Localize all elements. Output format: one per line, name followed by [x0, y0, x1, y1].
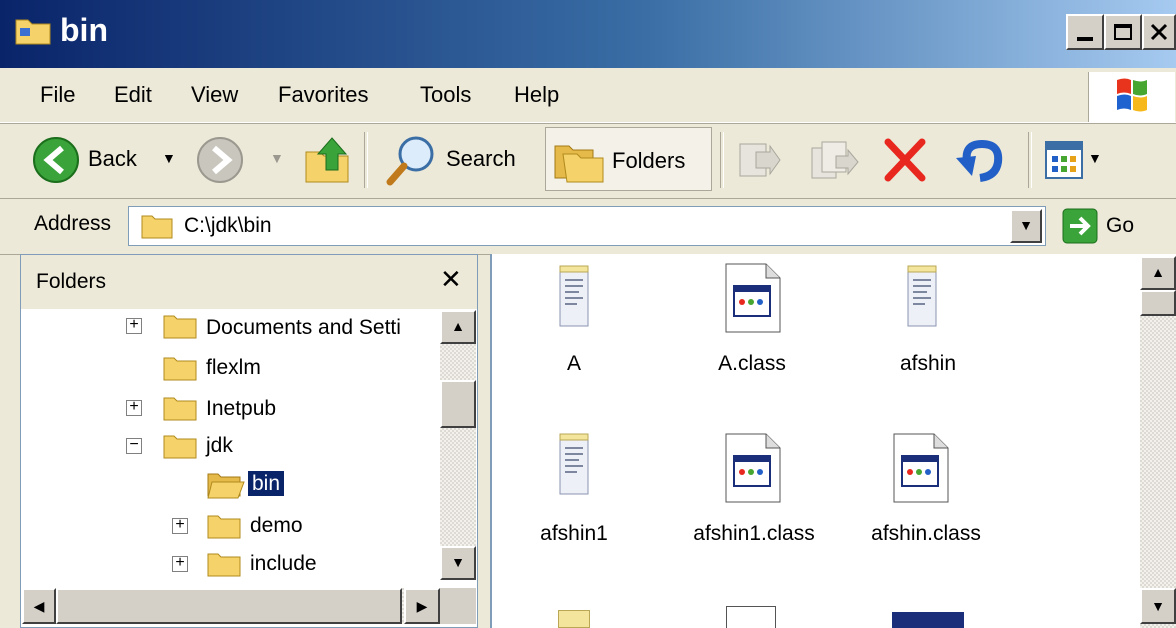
application-icon	[892, 612, 964, 628]
tree-item-flexlm[interactable]: flexlm	[206, 356, 261, 380]
tree-item-bin[interactable]: bin	[248, 471, 285, 496]
expand-inetpub-icon[interactable]: +	[126, 399, 142, 416]
folders-pane-close-icon[interactable]: ✕	[440, 264, 462, 295]
menu-view[interactable]: View	[191, 82, 238, 108]
address-label: Address	[34, 212, 112, 235]
folder-icon	[207, 515, 241, 539]
title-bar[interactable]	[0, 0, 1176, 68]
maximize-button[interactable]	[1104, 14, 1142, 50]
scrollbar-corner	[440, 588, 476, 624]
expand-documents-icon[interactable]: +	[126, 317, 142, 334]
address-value: C:\jdk\bin	[184, 214, 272, 237]
search-label: Search	[446, 146, 516, 171]
menu-bar	[0, 68, 1176, 123]
scroll-left-button[interactable]: ◀	[22, 588, 56, 624]
scroll-down-button[interactable]: ▼	[1140, 588, 1176, 624]
horizontal-scroll-thumb[interactable]	[56, 588, 402, 624]
toolbar-separator	[1028, 132, 1032, 188]
text-file-icon	[558, 610, 590, 628]
tree-vertical-scrollbar[interactable]	[440, 310, 476, 580]
arrow-left-icon: ◀	[33, 598, 45, 614]
toolbar-separator	[720, 132, 724, 188]
folder-icon	[163, 435, 197, 459]
file-label[interactable]: A.class	[662, 352, 842, 376]
scroll-right-button[interactable]: ▶	[404, 588, 440, 624]
folder-icon	[141, 215, 173, 239]
folder-icon	[163, 357, 197, 381]
expand-include-icon[interactable]: +	[172, 555, 188, 572]
folder-icon	[207, 553, 241, 577]
open-folder-icon	[207, 473, 245, 499]
chevron-down-icon: ▼	[1019, 217, 1033, 233]
folder-icon	[163, 397, 197, 421]
go-arrow-icon	[1062, 208, 1098, 244]
folders-pane	[20, 254, 478, 628]
class-file-icon	[725, 433, 781, 503]
undo-icon[interactable]	[954, 136, 1006, 184]
text-file-icon	[559, 265, 589, 327]
file-label[interactable]: afshin1	[484, 522, 664, 546]
toolbar-separator	[364, 132, 368, 188]
tree-item-include[interactable]: include	[250, 552, 317, 576]
scroll-up-button[interactable]: ▲	[1140, 256, 1176, 290]
arrow-up-icon: ▲	[1151, 264, 1165, 280]
tree-item-jdk[interactable]: jdk	[206, 434, 233, 458]
scroll-down-button[interactable]: ▼	[440, 546, 476, 580]
minimize-button[interactable]	[1066, 14, 1104, 50]
scroll-up-button[interactable]: ▲	[440, 310, 476, 344]
search-icon	[386, 136, 434, 186]
maximize-icon	[1114, 24, 1132, 40]
arrow-down-icon: ▼	[451, 554, 465, 570]
menu-tools[interactable]: Tools	[420, 82, 471, 108]
back-arrow-icon	[33, 137, 79, 183]
back-dropdown-icon[interactable]: ▼	[162, 150, 176, 166]
close-icon	[1150, 23, 1168, 41]
forward-arrow-icon[interactable]	[196, 136, 244, 184]
folder-icon	[15, 19, 51, 45]
folders-label: Folders	[612, 148, 686, 173]
tree-item-demo[interactable]: demo	[250, 514, 303, 538]
views-icon[interactable]	[1044, 140, 1084, 180]
minimize-icon	[1077, 37, 1093, 41]
file-label[interactable]: afshin.class	[836, 522, 1016, 546]
text-file-icon	[559, 433, 589, 495]
class-file-icon	[726, 606, 776, 628]
menu-file[interactable]: File	[40, 82, 75, 108]
class-file-icon	[725, 263, 781, 333]
collapse-jdk-icon[interactable]: −	[126, 437, 142, 454]
arrow-down-icon: ▼	[1151, 598, 1165, 614]
folder-icon	[163, 315, 197, 339]
views-dropdown-icon[interactable]: ▼	[1088, 150, 1102, 166]
arrow-up-icon: ▲	[451, 318, 465, 334]
scroll-thumb[interactable]	[440, 380, 476, 428]
forward-dropdown-icon[interactable]: ▼	[270, 150, 284, 166]
file-label[interactable]: afshin1.class	[664, 522, 844, 546]
up-folder-icon[interactable]	[302, 134, 352, 186]
move-to-icon[interactable]	[734, 136, 782, 184]
copy-to-icon[interactable]	[808, 136, 860, 184]
text-file-icon	[907, 265, 937, 327]
arrow-right-icon: ▶	[416, 598, 428, 614]
go-label: Go	[1106, 214, 1135, 237]
scroll-thumb[interactable]	[1140, 290, 1176, 316]
menu-favorites[interactable]: Favorites	[278, 82, 368, 108]
window-title: bin	[60, 12, 108, 48]
menu-help[interactable]: Help	[514, 82, 559, 108]
tree-item-inetpub[interactable]: Inetpub	[206, 397, 276, 421]
delete-icon[interactable]	[882, 138, 928, 182]
close-button[interactable]	[1142, 14, 1176, 50]
folders-icon	[554, 145, 604, 183]
menu-edit[interactable]: Edit	[114, 82, 152, 108]
address-dropdown-button[interactable]: ▼	[1010, 209, 1042, 243]
file-list-pane	[490, 254, 1176, 628]
folders-pane-title: Folders	[36, 270, 107, 293]
tree-item-documents[interactable]: Documents and Setti	[206, 316, 401, 340]
file-label[interactable]: A	[484, 352, 664, 376]
windows-logo	[1088, 72, 1175, 122]
class-file-icon	[893, 433, 949, 503]
file-label[interactable]: afshin	[838, 352, 1018, 376]
expand-demo-icon[interactable]: +	[172, 517, 188, 534]
back-label: Back	[88, 146, 137, 171]
